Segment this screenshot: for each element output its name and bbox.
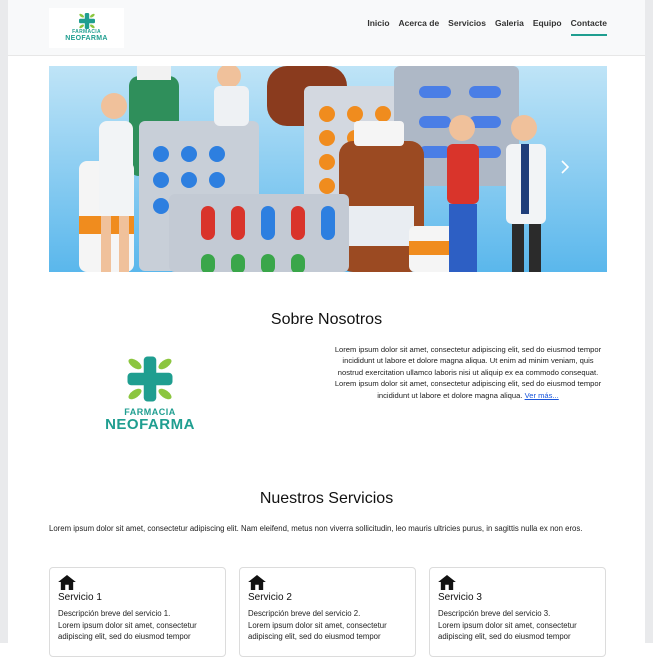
service-card-body: Lorem ipsum dolor sit amet, consectetur … bbox=[58, 620, 197, 642]
house-icon bbox=[58, 575, 76, 590]
logo-big-text: NEOFARMA bbox=[105, 416, 195, 433]
service-card-desc: Descripción breve del servicio 1. bbox=[58, 609, 171, 618]
house-icon bbox=[438, 575, 456, 590]
hero-carousel[interactable] bbox=[49, 66, 607, 272]
services-intro: Lorem ipsum dolor sit amet, consectetur … bbox=[49, 524, 583, 533]
navbar: FARMACIA NEOFARMA Inicio Acerca de Servi… bbox=[8, 0, 645, 56]
nav-link-contacte[interactable]: Contacte bbox=[570, 18, 607, 36]
plus-leaf-logo-icon bbox=[78, 13, 95, 29]
nav-links: Inicio Acerca de Servicios Galeria Equip… bbox=[367, 18, 607, 36]
about-text: Lorem ipsum dolor sit amet, consectetur … bbox=[332, 344, 604, 401]
about-logo: FARMACIA NEOFARMA bbox=[90, 355, 210, 440]
about-paragraph: Lorem ipsum dolor sit amet, consectetur … bbox=[334, 345, 602, 400]
service-card-2[interactable]: Servicio 2 Descripción breve del servici… bbox=[239, 567, 416, 657]
service-card-1[interactable]: Servicio 1 Descripción breve del servici… bbox=[49, 567, 226, 657]
house-icon bbox=[248, 575, 266, 590]
service-card-3[interactable]: Servicio 3 Descripción breve del servici… bbox=[429, 567, 606, 657]
service-card-title: Servicio 3 bbox=[438, 592, 482, 603]
service-card-title: Servicio 2 bbox=[248, 592, 292, 603]
service-card-title: Servicio 1 bbox=[58, 592, 102, 603]
service-card-body: Lorem ipsum dolor sit amet, consectetur … bbox=[438, 620, 577, 642]
read-more-link[interactable]: Ver más... bbox=[525, 391, 559, 400]
service-card-body: Lorem ipsum dolor sit amet, consectetur … bbox=[248, 620, 387, 642]
nav-link-acerca[interactable]: Acerca de bbox=[399, 18, 440, 36]
nav-link-equipo[interactable]: Equipo bbox=[533, 18, 562, 36]
nav-link-inicio[interactable]: Inicio bbox=[367, 18, 389, 36]
pharmacy-illustration bbox=[49, 66, 607, 272]
brand-logo[interactable]: FARMACIA NEOFARMA bbox=[49, 8, 124, 48]
about-title: Sobre Nosotros bbox=[270, 311, 383, 328]
service-card-desc: Descripción breve del servicio 3. bbox=[438, 609, 551, 618]
service-card-desc: Descripción breve del servicio 2. bbox=[248, 609, 361, 618]
nav-link-servicios[interactable]: Servicios bbox=[448, 18, 486, 36]
plus-leaf-logo-icon bbox=[127, 356, 173, 402]
nav-link-galeria[interactable]: Galeria bbox=[495, 18, 524, 36]
chevron-right-icon[interactable] bbox=[560, 160, 570, 174]
services-title: Nuestros Servicios bbox=[259, 490, 394, 507]
brand-name: NEOFARMA bbox=[65, 35, 108, 42]
